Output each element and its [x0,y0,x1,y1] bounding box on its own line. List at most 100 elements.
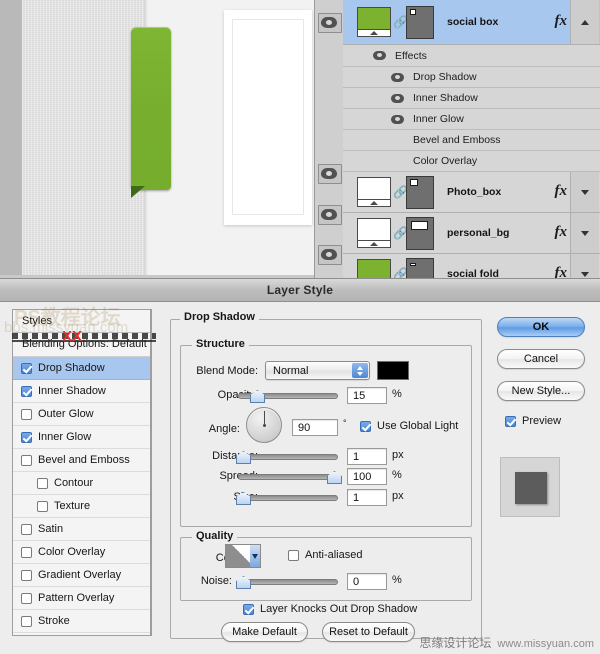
layer-row[interactable]: 🔗 social box fx [343,0,600,45]
style-item-label: Contour [54,477,94,489]
style-item-color-overlay[interactable]: Color Overlay [13,541,150,564]
layer-knocks-out-row[interactable]: Layer Knocks Out Drop Shadow [243,603,417,615]
angle-input[interactable]: 90 [292,419,338,436]
style-checkbox[interactable] [37,477,48,489]
ok-button[interactable]: OK [497,317,585,337]
layer-visibility-toggle[interactable] [318,205,342,225]
effect-visibility-toggle[interactable] [391,94,404,103]
layer-visibility-toggle[interactable] [318,164,342,184]
layer-expand-toggle[interactable] [570,172,599,212]
anti-aliased-row[interactable]: Anti-aliased [288,549,362,561]
cancel-button[interactable]: Cancel [497,349,585,369]
style-checkbox[interactable] [37,500,48,512]
contour-preset-picker[interactable] [225,544,261,568]
layer-mask-thumbnail[interactable] [406,175,434,209]
styles-column: Styles Blending Options: Default Drop Sh… [12,309,152,639]
effects-visibility-toggle[interactable] [373,51,386,60]
style-checkbox[interactable] [21,431,32,443]
effect-row[interactable]: Inner Glow [343,109,600,130]
effects-group-row[interactable]: Effects [343,45,600,67]
preview-square [515,472,547,504]
style-item-satin[interactable]: Satin [13,518,150,541]
fx-icon[interactable]: fx [555,183,568,200]
style-item-pattern-overlay[interactable]: Pattern Overlay [13,587,150,610]
style-checkbox[interactable] [21,615,32,627]
style-item-inner-shadow[interactable]: Inner Shadow [13,380,150,403]
style-item-outer-glow[interactable]: Outer Glow [13,403,150,426]
layer-row[interactable]: 🔗 Photo_box fx [343,172,600,213]
chevron-down-icon[interactable] [250,545,260,567]
size-input[interactable]: 1 [347,489,387,506]
layer-row[interactable]: 🔗 personal_bg fx [343,213,600,254]
effect-row[interactable]: Bevel and Emboss [343,130,600,151]
layer-expand-toggle[interactable] [570,0,599,44]
effect-label: Inner Shadow [413,92,478,104]
preview-checkbox[interactable] [505,415,516,427]
blend-mode-select[interactable]: Normal [265,361,370,380]
style-checkbox[interactable] [21,385,32,397]
layer-thumbnail[interactable] [357,218,391,248]
style-item-inner-glow[interactable]: Inner Glow [13,426,150,449]
use-global-light-row[interactable]: Use Global Light [360,420,458,432]
style-checkbox[interactable] [21,546,32,558]
shadow-color-swatch[interactable] [377,361,409,380]
layer-mask-thumbnail[interactable] [406,5,434,39]
style-item-gradient-overlay[interactable]: Gradient Overlay [13,564,150,587]
style-item-stroke[interactable]: Stroke [13,610,150,633]
canvas-paper-texture [22,0,144,275]
layer-thumbnail[interactable] [357,7,391,37]
effect-row[interactable]: Inner Shadow [343,88,600,109]
paper-noise [22,0,144,275]
make-default-button[interactable]: Make Default [221,622,308,642]
layer-thumbnail[interactable] [357,177,391,207]
angle-dial[interactable] [246,407,282,443]
style-checkbox[interactable] [21,454,32,466]
effect-visibility-toggle[interactable] [391,73,404,82]
noise-slider-track[interactable] [238,579,338,585]
size-slider-track[interactable] [238,495,338,501]
style-checkbox[interactable] [21,362,32,374]
style-checkbox[interactable] [21,523,32,535]
chevron-updown-icon[interactable] [352,363,368,378]
opacity-input[interactable]: 15 [347,387,387,404]
styles-list[interactable]: Styles Blending Options: Default Drop Sh… [12,309,152,636]
blend-mode-value: Normal [273,365,309,377]
dialog-titlebar[interactable]: Layer Style [0,279,600,302]
style-item-texture[interactable]: Texture [13,495,150,518]
fx-icon[interactable]: fx [555,224,568,241]
layer-expand-toggle[interactable] [570,213,599,253]
effect-row[interactable]: Color Overlay [343,151,600,172]
style-item-contour[interactable]: Contour [13,472,150,495]
watermark-dash [12,333,156,339]
layer-knocks-out-label: Layer Knocks Out Drop Shadow [260,603,418,615]
dialog-title: Layer Style [266,283,334,297]
style-checkbox[interactable] [21,569,32,581]
reset-to-default-button[interactable]: Reset to Default [322,622,415,642]
layer-mask-thumbnail[interactable] [406,216,434,250]
quality-fieldset [180,537,472,601]
distance-input[interactable]: 1 [347,448,387,465]
layer-visibility-toggle[interactable] [318,13,342,33]
link-icon[interactable]: 🔗 [393,16,408,28]
layer-knocks-out-checkbox[interactable] [243,603,254,615]
new-style-button[interactable]: New Style... [497,381,585,401]
effect-visibility-toggle[interactable] [391,115,404,124]
style-item-bevel-and-emboss[interactable]: Bevel and Emboss [13,449,150,472]
use-global-light-checkbox[interactable] [360,420,371,432]
effect-label: Bevel and Emboss [413,134,501,146]
spread-input[interactable]: 100 [347,468,387,485]
effect-row[interactable]: Drop Shadow [343,67,600,88]
layer-visibility-toggle[interactable] [318,245,342,265]
link-icon[interactable]: 🔗 [393,186,408,198]
anti-aliased-checkbox[interactable] [288,549,299,561]
spread-slider-track[interactable] [238,474,338,480]
noise-input[interactable]: 0 [347,573,387,590]
distance-slider-track[interactable] [238,454,338,460]
style-item-drop-shadow[interactable]: Drop Shadow [13,357,150,380]
style-checkbox[interactable] [21,592,32,604]
preview-row[interactable]: Preview [505,415,561,427]
style-checkbox[interactable] [21,408,32,420]
link-icon[interactable]: 🔗 [393,227,408,239]
style-item-label: Outer Glow [38,408,94,420]
fx-icon[interactable]: fx [555,13,568,30]
